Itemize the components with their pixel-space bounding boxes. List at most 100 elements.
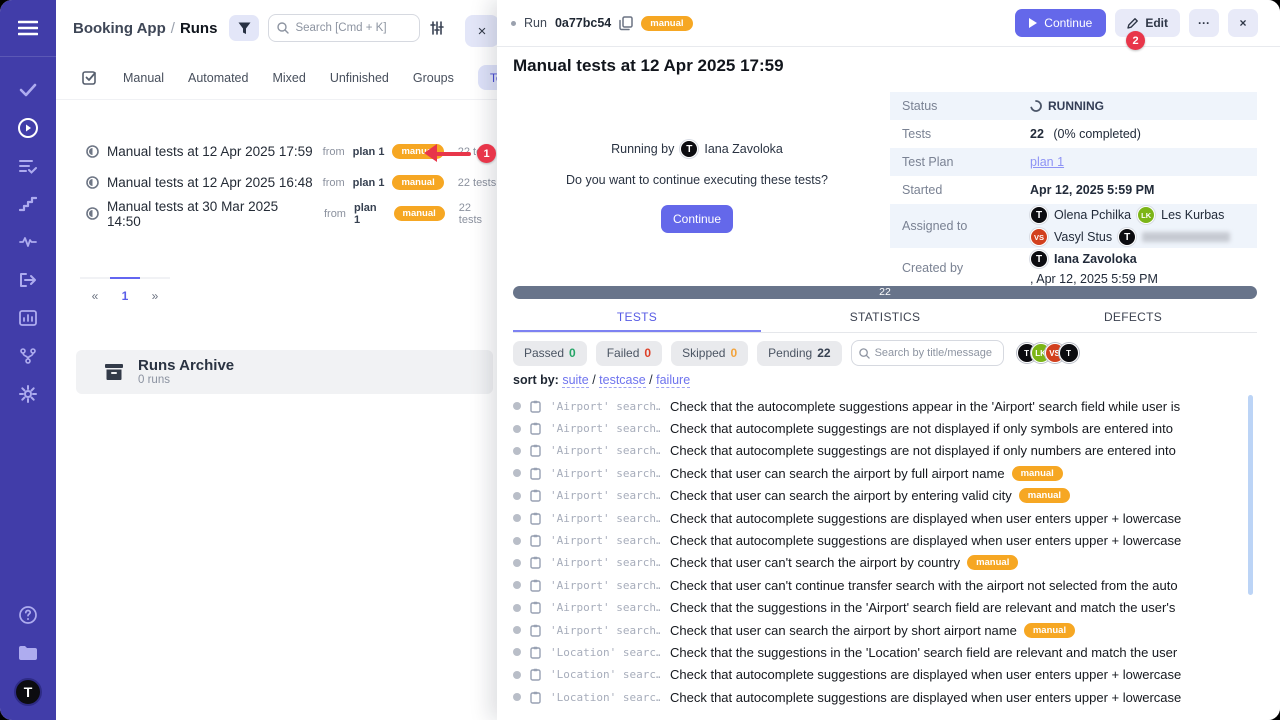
test-case-row[interactable]: 'Airport' search…Check that autocomplete… bbox=[497, 440, 1280, 462]
annotation-step-1: 1 bbox=[477, 144, 496, 163]
test-suite-name: 'Airport' search… bbox=[550, 579, 660, 592]
run-from-label: from bbox=[323, 177, 345, 189]
filter-chip-skipped[interactable]: Skipped0 bbox=[671, 341, 748, 366]
tab-statistics[interactable]: STATISTICS bbox=[761, 306, 1009, 332]
run-plan-link[interactable]: plan 1 bbox=[353, 146, 385, 158]
test-case-row[interactable]: 'Airport' search…Check that user can sea… bbox=[497, 619, 1280, 641]
clipboard-icon bbox=[530, 422, 541, 435]
menu-icon[interactable] bbox=[0, 0, 56, 56]
chip-label: Skipped bbox=[682, 346, 725, 360]
tab-defects[interactable]: DEFECTS bbox=[1009, 306, 1257, 332]
pagination-page-1[interactable]: 1 bbox=[110, 277, 140, 303]
tab-groups[interactable]: Groups bbox=[413, 71, 454, 85]
test-case-row[interactable]: 'Airport' search…Check that autocomplete… bbox=[497, 507, 1280, 529]
list-check-icon[interactable] bbox=[0, 147, 56, 185]
sort-option-testcase[interactable]: testcase bbox=[599, 373, 646, 388]
tab-unfinished[interactable]: Unfinished bbox=[330, 71, 389, 85]
pagination-next[interactable]: » bbox=[140, 277, 170, 303]
run-details-table: StatusRUNNINGTests22 (0% completed)Test … bbox=[890, 92, 1257, 288]
run-detail-panel: Run 0a77bc54 manual Continue Edit ··· × … bbox=[497, 0, 1280, 720]
help-icon[interactable] bbox=[0, 596, 56, 634]
test-case-row[interactable]: 'Airport' search…Check that user can't c… bbox=[497, 574, 1280, 596]
play-circle-icon[interactable] bbox=[0, 109, 56, 147]
sign-in-icon[interactable] bbox=[0, 261, 56, 299]
test-case-row[interactable]: 'Location' searc…Check that autocomplete… bbox=[497, 686, 1280, 708]
test-case-row[interactable]: 'Airport' search…Check that autocomplete… bbox=[497, 417, 1280, 439]
copy-icon[interactable] bbox=[619, 16, 633, 31]
test-case-row[interactable]: 'Airport' search…Check that autocomplete… bbox=[497, 529, 1280, 551]
tab-tests[interactable]: TESTS bbox=[513, 306, 761, 332]
view-settings-icon[interactable] bbox=[429, 20, 445, 36]
run-plan-link[interactable]: plan 1 bbox=[353, 177, 385, 189]
chip-label: Pending bbox=[768, 346, 812, 360]
clipboard-icon bbox=[530, 691, 541, 704]
started-date: Apr 12, 2025 5:59 PM bbox=[1030, 183, 1154, 197]
more-button[interactable]: ··· bbox=[1189, 9, 1219, 37]
runs-archive[interactable]: Runs Archive 0 runs bbox=[76, 350, 493, 394]
chip-count: 0 bbox=[644, 346, 651, 360]
test-case-row[interactable]: 'Location' searc…Check that the suggesti… bbox=[497, 641, 1280, 663]
test-case-row[interactable]: 'Airport' search…Check that user can sea… bbox=[497, 462, 1280, 484]
assignee-filter-avatars[interactable]: TLKVST bbox=[1017, 343, 1079, 363]
filter-chip-failed[interactable]: Failed0 bbox=[596, 341, 662, 366]
bar-chart-icon[interactable] bbox=[0, 299, 56, 337]
tab-automated[interactable]: Automated bbox=[188, 71, 248, 85]
branch-icon[interactable] bbox=[0, 337, 56, 375]
test-plan-link[interactable]: plan 1 bbox=[1030, 155, 1064, 169]
test-case-row[interactable]: 'Airport' search…Check that user can't s… bbox=[497, 552, 1280, 574]
test-suite-name: 'Airport' search… bbox=[550, 556, 660, 569]
test-status-icon bbox=[513, 559, 521, 567]
created-date: , Apr 12, 2025 5:59 PM bbox=[1030, 272, 1158, 286]
detail-row-test-plan: Test Planplan 1 bbox=[890, 148, 1257, 176]
run-list-item[interactable]: Manual tests at 12 Apr 2025 16:48frompla… bbox=[86, 167, 497, 198]
continue-button[interactable]: Continue bbox=[1015, 9, 1106, 37]
test-status-icon bbox=[513, 469, 521, 477]
runs-search-input[interactable] bbox=[295, 22, 405, 34]
pagination-prev[interactable]: « bbox=[80, 277, 110, 303]
user-avatar[interactable]: T bbox=[14, 678, 42, 706]
test-case-title: Check that the autocomplete suggestions … bbox=[670, 399, 1180, 414]
run-plan-link[interactable]: plan 1 bbox=[354, 202, 386, 226]
filter-button[interactable] bbox=[229, 15, 259, 41]
test-case-row[interactable]: 'Airport' search…Check that the suggesti… bbox=[497, 597, 1280, 619]
test-case-row[interactable]: 'Airport' search…Check that user can sea… bbox=[497, 485, 1280, 507]
test-case-row[interactable]: 'Location' searc…Check that autocomplete… bbox=[497, 664, 1280, 686]
runs-list-panel: Booking App / Runs × ManualAutomatedMixe… bbox=[56, 0, 497, 720]
breadcrumb-project[interactable]: Booking App bbox=[73, 20, 166, 37]
projects-icon[interactable] bbox=[0, 634, 56, 672]
panel-close-button[interactable]: × bbox=[465, 15, 497, 47]
detail-label: Status bbox=[902, 99, 1030, 113]
filter-chip-pending[interactable]: Pending22 bbox=[757, 341, 841, 366]
sidebar-divider bbox=[0, 56, 56, 57]
run-item-title: Manual tests at 12 Apr 2025 17:59 bbox=[107, 144, 313, 159]
tests-search-input[interactable] bbox=[875, 347, 995, 359]
run-list-item[interactable]: Manual tests at 30 Mar 2025 14:50frompla… bbox=[86, 198, 497, 229]
test-case-title: Check that user can search the airport b… bbox=[670, 488, 1012, 503]
manual-badge: manual bbox=[394, 206, 445, 221]
filter-chip-passed[interactable]: Passed0 bbox=[513, 341, 587, 366]
sort-option-failure[interactable]: failure bbox=[656, 373, 690, 388]
tab-mixed[interactable]: Mixed bbox=[272, 71, 305, 85]
annotation-arrow-1 bbox=[424, 144, 484, 163]
close-run-button[interactable]: × bbox=[1228, 9, 1258, 37]
edit-button[interactable]: Edit bbox=[1115, 9, 1180, 37]
tests-scrollbar[interactable] bbox=[1248, 395, 1253, 595]
gear-icon[interactable] bbox=[0, 375, 56, 413]
test-case-title: Check that user can search the airport b… bbox=[670, 623, 1017, 638]
tab-manual[interactable]: Manual bbox=[123, 71, 164, 85]
started-value: Apr 12, 2025 5:59 PM bbox=[1030, 183, 1154, 197]
test-filters: Passed0Failed0Skipped0Pending22 TLKVST bbox=[513, 340, 1079, 366]
run-detail-header: Run 0a77bc54 manual Continue Edit ··· × bbox=[497, 0, 1280, 47]
test-cases-icon[interactable] bbox=[0, 71, 56, 109]
creator-name: Iana Zavoloka bbox=[1054, 252, 1137, 266]
select-all-icon[interactable] bbox=[82, 69, 99, 86]
sort-option-suite[interactable]: suite bbox=[562, 373, 588, 388]
assignees-value: TOlena PchilkaLKLes KurbasVSVasyl StusT bbox=[1030, 206, 1247, 246]
pulse-icon[interactable] bbox=[0, 223, 56, 261]
steps-icon[interactable] bbox=[0, 185, 56, 223]
test-case-row[interactable]: 'Airport' search…Check that the autocomp… bbox=[497, 395, 1280, 417]
tab-to-review[interactable]: To Review bbox=[478, 65, 497, 90]
test-status-icon bbox=[513, 537, 521, 545]
prompt-continue-button[interactable]: Continue bbox=[661, 205, 733, 233]
test-status-icon bbox=[513, 402, 521, 410]
